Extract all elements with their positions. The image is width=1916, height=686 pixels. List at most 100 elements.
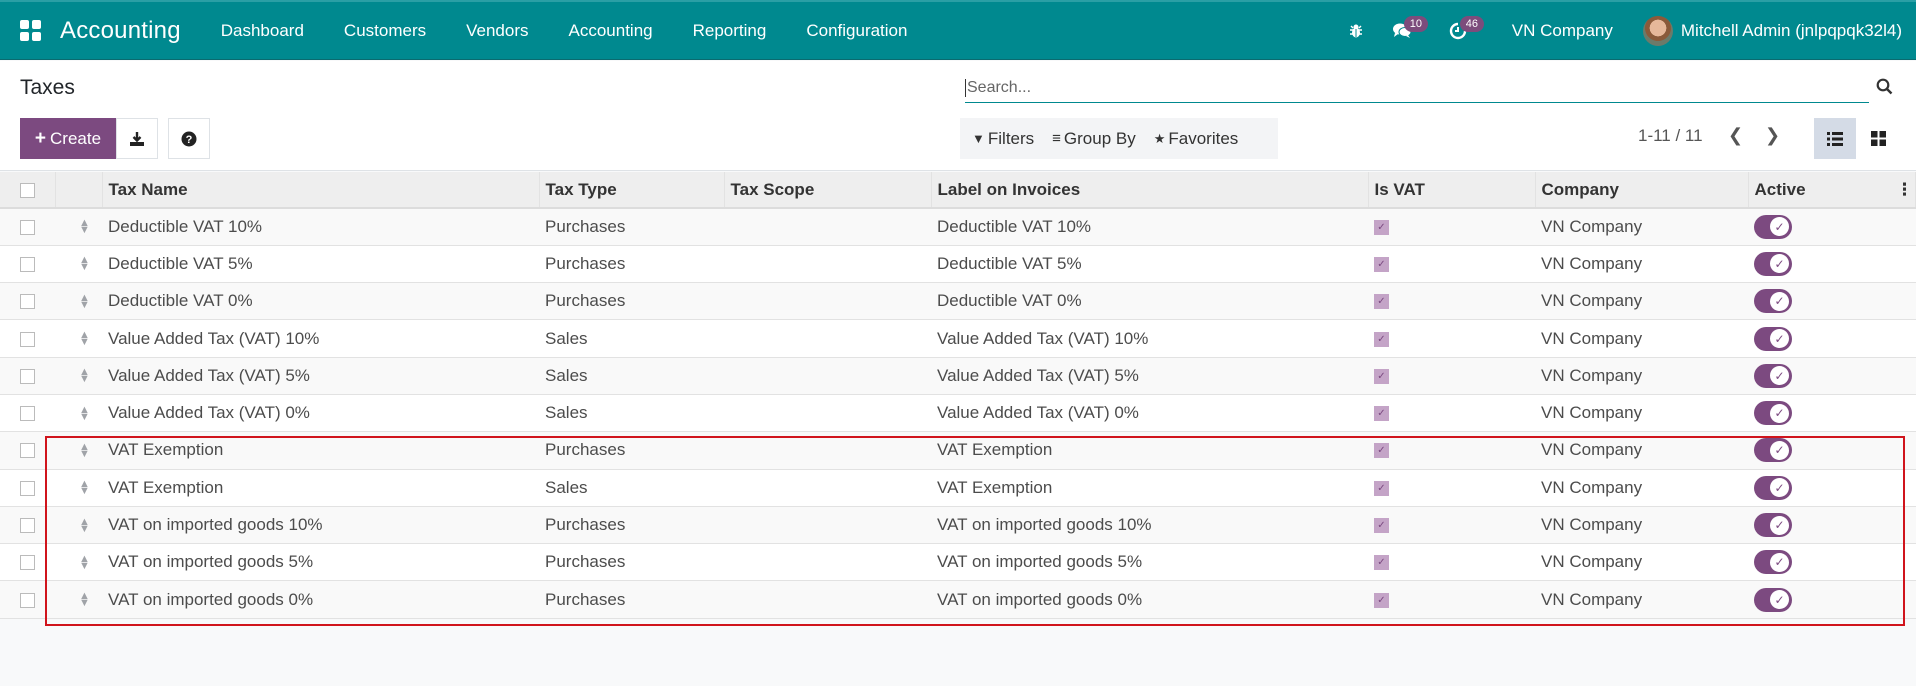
column-header-tax-scope[interactable]: Tax Scope [724, 172, 932, 209]
filters-button[interactable]: ▼ Filters [972, 129, 1034, 149]
active-toggle[interactable]: ✓ [1754, 401, 1792, 426]
row-checkbox[interactable] [20, 368, 35, 384]
list-view-icon [1827, 131, 1843, 146]
table-row[interactable]: ▲ ▼ Deductible VAT 10% Purchases Deductib… [0, 208, 1916, 246]
column-header-label-on-invoices[interactable]: Label on Invoices [931, 172, 1369, 209]
row-checkbox[interactable] [20, 443, 35, 459]
table-row[interactable]: ▲ ▼ Value Added Tax (VAT) 0% Sales Value … [0, 394, 1916, 433]
row-handle-cell: ▲ ▼ [55, 543, 102, 582]
column-header-active[interactable]: Active ⋮ [1748, 172, 1916, 209]
activities-clock-icon[interactable]: 46 [1438, 2, 1485, 59]
search-bar [965, 73, 1869, 103]
row-checkbox[interactable] [20, 294, 35, 310]
check-icon: ✓ [1770, 515, 1789, 535]
navbar-right: 10 46 VN Company Mitchell Admin (jnlpqpq… [1336, 2, 1916, 59]
drag-handle-icon[interactable]: ▲ ▼ [79, 404, 90, 422]
menu-accounting[interactable]: Accounting [549, 21, 673, 41]
column-header-tax-name[interactable]: Tax Name [102, 172, 540, 209]
column-header-is-vat[interactable]: Is VAT [1368, 172, 1536, 209]
messages-icon[interactable]: 10 [1382, 2, 1429, 59]
create-label: Create [50, 128, 102, 148]
select-all-checkbox[interactable] [20, 182, 35, 198]
active-toggle[interactable]: ✓ [1754, 251, 1792, 276]
menu-reporting[interactable]: Reporting [673, 21, 787, 41]
drag-handle-icon[interactable]: ▲ ▼ [79, 330, 90, 348]
active-toggle[interactable]: ✓ [1754, 550, 1792, 575]
list-view-button[interactable] [1814, 118, 1856, 159]
create-button[interactable]: + Create [20, 118, 116, 159]
menu-customers[interactable]: Customers [324, 21, 446, 41]
active-toggle[interactable]: ✓ [1754, 587, 1792, 612]
apps-menu-icon[interactable] [20, 19, 42, 42]
help-button[interactable]: ? [168, 118, 210, 159]
table-row[interactable]: ▲ ▼ Deductible VAT 0% Purchases Deductibl… [0, 282, 1916, 321]
row-handle-cell: ▲ ▼ [55, 469, 102, 507]
active-toggle[interactable]: ✓ [1754, 475, 1792, 500]
row-checkbox[interactable] [20, 219, 35, 235]
drag-handle-icon[interactable]: ▲ ▼ [79, 516, 90, 534]
company-switcher[interactable]: VN Company [1478, 21, 1643, 41]
menu-dashboard[interactable]: Dashboard [201, 21, 324, 41]
active-toggle[interactable]: ✓ [1754, 438, 1792, 463]
active-toggle[interactable]: ✓ [1754, 214, 1792, 239]
check-icon: ✓ [1770, 329, 1789, 349]
tax-scope-cell [724, 543, 931, 582]
pager-value[interactable]: 1-11 / 11 [1638, 126, 1703, 146]
row-checkbox[interactable] [20, 256, 35, 272]
app-name[interactable]: Accounting [60, 17, 181, 45]
table-row[interactable]: ▲ ▼ VAT on imported goods 0% Purchases VA… [0, 580, 1916, 619]
favorites-button[interactable]: ★ Favorites [1154, 129, 1239, 149]
pager-previous-chevron-icon[interactable]: ❮ [1728, 125, 1743, 146]
drag-handle-icon[interactable]: ▲ ▼ [79, 255, 90, 273]
active-toggle[interactable]: ✓ [1754, 513, 1792, 538]
column-header-tax-type[interactable]: Tax Type [539, 172, 725, 209]
search-icon[interactable] [1876, 78, 1893, 100]
table-row[interactable]: ▲ ▼ VAT on imported goods 10% Purchases V… [0, 506, 1916, 545]
debug-bug-icon[interactable] [1336, 2, 1376, 59]
drag-handle-icon[interactable]: ▲ ▼ [79, 292, 90, 310]
active-toggle[interactable]: ✓ [1754, 326, 1792, 351]
row-checkbox[interactable] [20, 518, 35, 534]
is-vat-cell: ✓ [1368, 506, 1535, 545]
export-download-button[interactable] [116, 118, 158, 159]
tax-scope-cell [724, 282, 931, 321]
drag-handle-icon[interactable]: ▲ ▼ [79, 591, 90, 609]
tax-scope-cell [724, 245, 931, 284]
group-by-button[interactable]: ≡ Group By [1052, 129, 1136, 149]
active-toggle[interactable]: ✓ [1754, 289, 1792, 314]
table-row[interactable]: ▲ ▼ VAT on imported goods 5% Purchases VA… [0, 543, 1916, 582]
row-checkbox[interactable] [20, 555, 35, 571]
pager-next-chevron-icon[interactable]: ❯ [1765, 125, 1780, 146]
company-cell: VN Company [1535, 208, 1748, 246]
row-handle-cell: ▲ ▼ [55, 245, 102, 284]
svg-text:?: ? [186, 134, 193, 146]
table-row[interactable]: ▲ ▼ VAT Exemption Sales VAT Exemption ✓ V… [0, 469, 1916, 507]
kanban-view-button[interactable] [1857, 118, 1899, 159]
active-toggle[interactable]: ✓ [1754, 363, 1792, 388]
company-cell: VN Company [1535, 543, 1748, 582]
is-vat-checkbox-icon: ✓ [1374, 592, 1389, 608]
table-row[interactable]: ▲ ▼ Value Added Tax (VAT) 5% Sales Value … [0, 357, 1916, 395]
column-header-company[interactable]: Company [1535, 172, 1749, 209]
row-checkbox[interactable] [20, 331, 35, 347]
table-row[interactable]: ▲ ▼ Value Added Tax (VAT) 10% Sales Value… [0, 319, 1916, 358]
table-row[interactable]: ▲ ▼ Deductible VAT 5% Purchases Deductibl… [0, 245, 1916, 284]
menu-vendors[interactable]: Vendors [446, 21, 548, 41]
menu-configuration[interactable]: Configuration [786, 21, 927, 41]
drag-handle-icon[interactable]: ▲ ▼ [79, 479, 90, 497]
favorites-label: Favorites [1168, 128, 1239, 148]
drag-handle-icon[interactable]: ▲ ▼ [79, 441, 90, 459]
optional-columns-kebab-icon[interactable]: ⋮ [1896, 180, 1913, 200]
drag-handle-icon[interactable]: ▲ ▼ [79, 367, 90, 385]
drag-handle-icon[interactable]: ▲ ▼ [79, 553, 90, 571]
row-checkbox[interactable] [20, 480, 35, 496]
user-menu[interactable]: Mitchell Admin (jnlpqpqk32l4) [1642, 15, 1916, 46]
is-vat-checkbox-icon: ✓ [1374, 406, 1389, 422]
search-input[interactable] [965, 78, 1869, 97]
row-checkbox[interactable] [20, 592, 35, 608]
taxes-list-table: Tax Name Tax Type Tax Scope Label on Inv… [0, 172, 1916, 619]
row-select-cell [0, 394, 55, 433]
drag-handle-icon[interactable]: ▲ ▼ [79, 218, 90, 236]
table-row[interactable]: ▲ ▼ VAT Exemption Purchases VAT Exemption… [0, 431, 1916, 470]
row-checkbox[interactable] [20, 406, 35, 422]
